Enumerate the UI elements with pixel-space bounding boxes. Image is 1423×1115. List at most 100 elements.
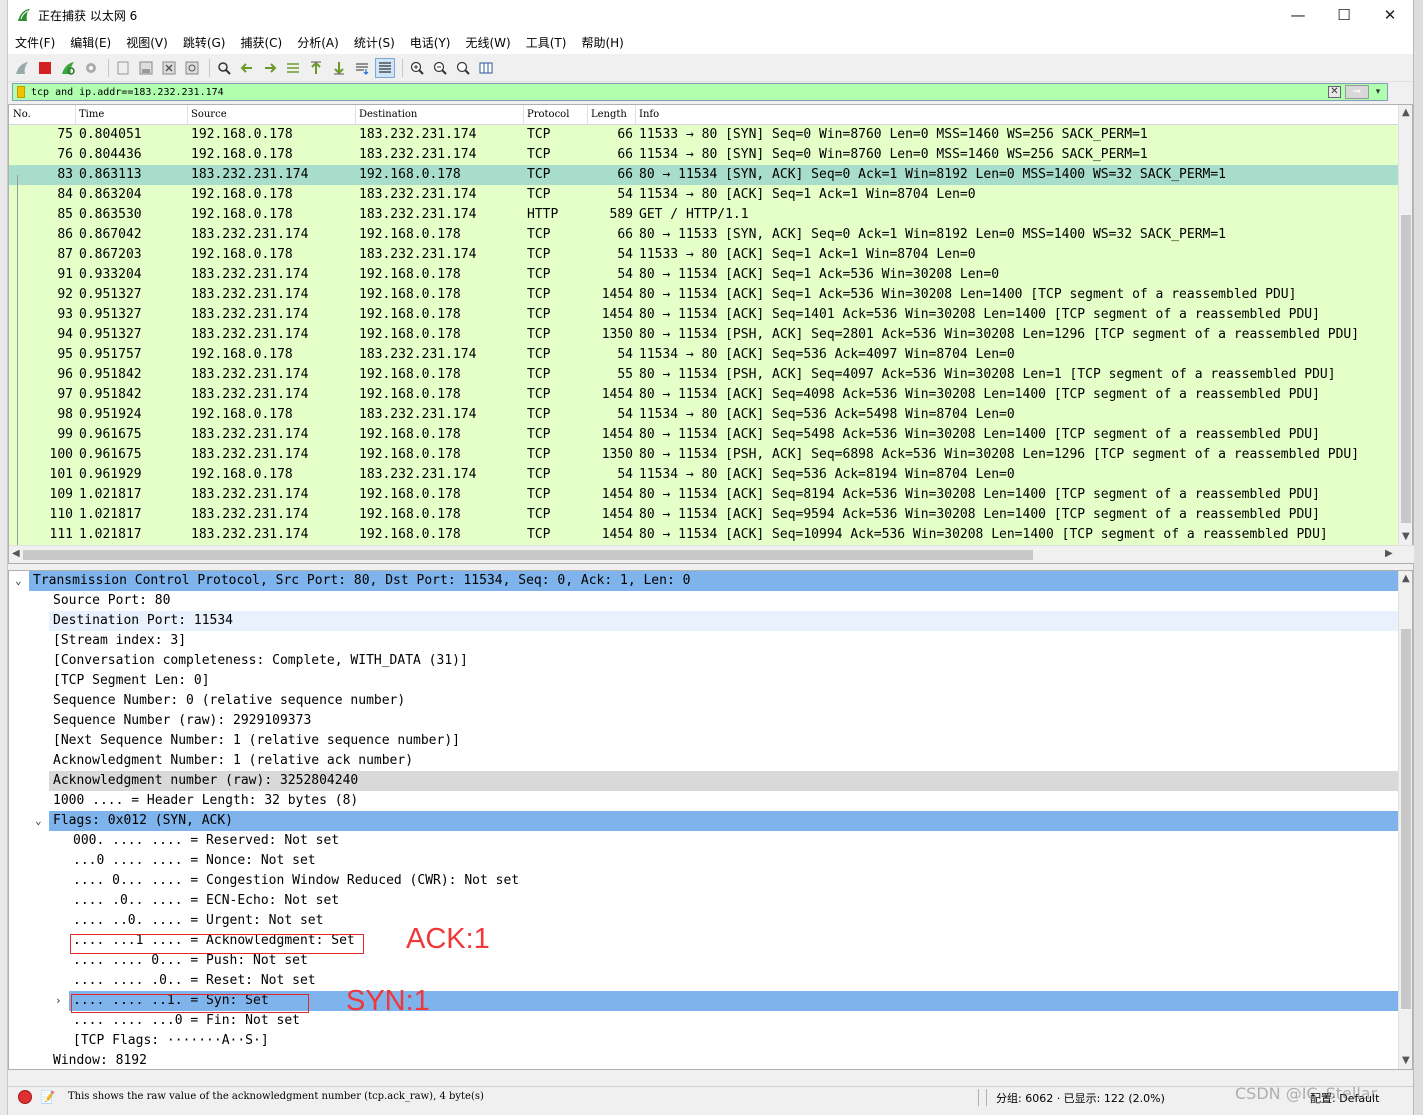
tree-item[interactable]: Window: 8192 [9, 1051, 1399, 1069]
tree-item[interactable]: [TCP Flags: ·······A··S·] [9, 1031, 1399, 1051]
table-row[interactable]: 95 0.951757 192.168.0.178 183.232.231.174 TC… [9, 345, 1399, 365]
scroll-right-icon[interactable]: ▶ [1385, 548, 1393, 559]
maximize-button[interactable]: ☐ [1321, 0, 1367, 30]
menu-help[interactable]: 帮助(H) [581, 34, 623, 51]
tree-item[interactable]: .... .... .0.. = Reset: Not set [9, 971, 1399, 991]
table-row[interactable]: 97 0.951842 183.232.231.174 192.168.0.178 TC… [9, 385, 1399, 405]
resize-columns-icon[interactable] [476, 58, 496, 78]
expand-arrow-icon[interactable]: › [55, 991, 62, 1011]
table-row[interactable]: 86 0.867042 183.232.231.174 192.168.0.178 TC… [9, 225, 1399, 245]
tree-item[interactable]: Sequence Number: 0 (relative sequence nu… [9, 691, 1399, 711]
tree-item[interactable]: .... .... ...0 = Fin: Not set [9, 1011, 1399, 1031]
last-packet-icon[interactable] [329, 58, 349, 78]
scroll-down-icon[interactable]: ▼ [1402, 531, 1410, 542]
menu-edit[interactable]: 编辑(E) [70, 34, 111, 51]
table-row[interactable]: 87 0.867203 192.168.0.178 183.232.231.174 TC… [9, 245, 1399, 265]
table-row[interactable]: 93 0.951327 183.232.231.174 192.168.0.178 TC… [9, 305, 1399, 325]
menu-go[interactable]: 跳转(G) [183, 34, 226, 51]
table-row[interactable]: 98 0.951924 192.168.0.178 183.232.231.174 TC… [9, 405, 1399, 425]
filter-dropdown-icon[interactable]: ▾ [1371, 85, 1385, 99]
scroll-down-icon[interactable]: ▼ [1402, 1055, 1410, 1066]
scroll-thumb[interactable] [23, 550, 1033, 560]
bookmark-icon[interactable] [17, 86, 25, 98]
table-row[interactable]: 94 0.951327 183.232.231.174 192.168.0.178 TC… [9, 325, 1399, 345]
column-protocol[interactable]: Protocol [527, 109, 569, 120]
column-destination[interactable]: Destination [359, 109, 417, 120]
tree-item[interactable]: Destination Port: 11534 [49, 611, 1399, 631]
tree-item[interactable]: [Stream index: 3] [9, 631, 1399, 651]
tree-item[interactable]: Acknowledgment number (raw): 3252804240 [49, 771, 1399, 791]
go-to-packet-icon[interactable] [283, 58, 303, 78]
table-row[interactable]: 110 1.021817 183.232.231.174 192.168.0.178 T… [9, 505, 1399, 525]
tree-item[interactable]: .... .... 0... = Push: Not set [9, 951, 1399, 971]
colorize-icon[interactable] [375, 57, 395, 78]
go-back-icon[interactable] [237, 58, 257, 78]
table-row[interactable]: 91 0.933204 183.232.231.174 192.168.0.178 TC… [9, 265, 1399, 285]
column-no[interactable]: No. [13, 109, 31, 120]
collapse-arrow-icon[interactable]: ⌄ [15, 571, 22, 591]
tree-item[interactable]: .... ..0. .... = Urgent: Not set [9, 911, 1399, 931]
first-packet-icon[interactable] [306, 58, 326, 78]
menu-capture[interactable]: 捕获(C) [240, 34, 282, 51]
tree-item[interactable]: Sequence Number (raw): 2929109373 [9, 711, 1399, 731]
table-row[interactable]: 109 1.021817 183.232.231.174 192.168.0.178 T… [9, 485, 1399, 505]
tree-item[interactable]: [Conversation completeness: Complete, WI… [9, 651, 1399, 671]
scroll-up-icon[interactable]: ▲ [1402, 107, 1410, 118]
tree-node[interactable]: ⌄ Flags: 0x012 (SYN, ACK) [35, 811, 1399, 831]
tree-item[interactable]: [Next Sequence Number: 1 (relative seque… [9, 731, 1399, 751]
expert-info-icon[interactable] [18, 1090, 32, 1104]
menu-analyze[interactable]: 分析(A) [297, 34, 339, 51]
table-row[interactable]: 84 0.863204 192.168.0.178 183.232.231.174 TC… [9, 185, 1399, 205]
close-button[interactable]: ✕ [1367, 0, 1413, 30]
table-row[interactable]: 101 0.961929 192.168.0.178 183.232.231.174 T… [9, 465, 1399, 485]
zoom-out-icon[interactable] [430, 58, 450, 78]
scroll-left-icon[interactable]: ◀ [12, 548, 20, 559]
tree-item[interactable]: Source Port: 80 [9, 591, 1399, 611]
tree-item[interactable]: [TCP Segment Len: 0] [9, 671, 1399, 691]
stop-capture-icon[interactable] [35, 58, 55, 78]
display-filter-input[interactable]: tcp and ip.addr==183.232.231.174 ✕ ⇒ ▾ [12, 83, 1388, 101]
packet-list-vertical-scrollbar[interactable]: ▲ ▼ [1398, 105, 1412, 545]
tree-item[interactable]: Acknowledgment Number: 1 (relative ack n… [9, 751, 1399, 771]
zoom-in-icon[interactable] [407, 58, 427, 78]
table-row[interactable]: 96 0.951842 183.232.231.174 192.168.0.178 TC… [9, 365, 1399, 385]
menu-telephony[interactable]: 电话(Y) [410, 34, 451, 51]
details-vertical-scrollbar[interactable]: ▲ ▼ [1398, 571, 1412, 1069]
scroll-thumb[interactable] [1401, 215, 1411, 523]
reload-file-icon[interactable] [182, 58, 202, 78]
menu-view[interactable]: 视图(V) [126, 34, 168, 51]
table-row[interactable]: 100 0.961675 183.232.231.174 192.168.0.178 T… [9, 445, 1399, 465]
capture-options-icon[interactable] [81, 58, 101, 78]
tree-node[interactable]: ⌄ Transmission Control Protocol, Src Port… [15, 571, 1399, 591]
scroll-up-icon[interactable]: ▲ [1402, 573, 1410, 584]
table-row[interactable]: 76 0.804436 192.168.0.178 183.232.231.174 TC… [9, 145, 1399, 165]
shark-fin-start-icon[interactable] [12, 58, 32, 78]
column-length[interactable]: Length [591, 109, 627, 120]
table-row[interactable]: 75 0.804051 192.168.0.178 183.232.231.174 TC… [9, 125, 1399, 145]
table-row[interactable]: 92 0.951327 183.232.231.174 192.168.0.178 TC… [9, 285, 1399, 305]
menu-tools[interactable]: 工具(T) [526, 34, 567, 51]
apply-filter-icon[interactable]: ⇒ [1345, 85, 1369, 99]
table-row[interactable]: 85 0.863530 192.168.0.178 183.232.231.174 HT… [9, 205, 1399, 225]
menu-file[interactable]: 文件(F) [15, 34, 55, 51]
filter-text[interactable]: tcp and ip.addr==183.232.231.174 [31, 87, 224, 98]
capture-comment-icon[interactable]: 📝 [40, 1090, 55, 1104]
menu-wireless[interactable]: 无线(W) [466, 34, 511, 51]
clear-filter-icon[interactable]: ✕ [1328, 86, 1341, 98]
save-file-icon[interactable] [136, 58, 156, 78]
column-source[interactable]: Source [191, 109, 227, 120]
auto-scroll-icon[interactable] [352, 58, 372, 78]
collapse-arrow-icon[interactable]: ⌄ [35, 811, 42, 831]
find-packet-icon[interactable] [214, 58, 234, 78]
normal-size-icon[interactable] [453, 58, 473, 78]
scroll-thumb[interactable] [1401, 629, 1411, 1009]
close-file-icon[interactable] [159, 58, 179, 78]
tree-item[interactable]: .... 0... .... = Congestion Window Reduc… [9, 871, 1399, 891]
tree-item[interactable]: ...0 .... .... = Nonce: Not set [9, 851, 1399, 871]
table-row-selected[interactable]: 83 0.863113 183.232.231.174 192.168.0.178 TC… [9, 165, 1399, 185]
table-row[interactable]: 99 0.961675 183.232.231.174 192.168.0.178 TC… [9, 425, 1399, 445]
tree-item[interactable]: .... .0.. .... = ECN-Echo: Not set [9, 891, 1399, 911]
open-file-icon[interactable] [113, 58, 133, 78]
minimize-button[interactable]: — [1275, 0, 1321, 30]
packet-list-horizontal-scrollbar[interactable]: ◀ ▶ [9, 545, 1414, 563]
